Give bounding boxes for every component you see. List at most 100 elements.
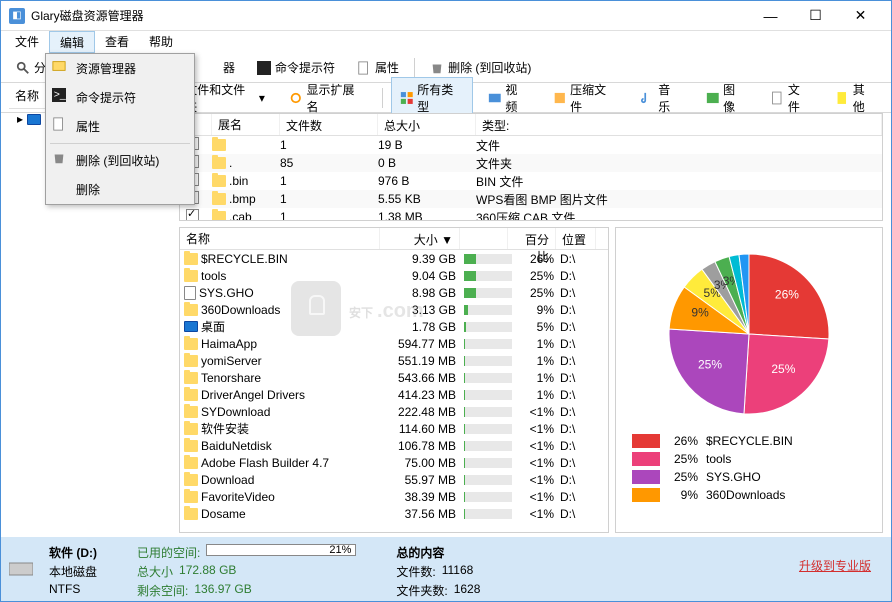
folder-icon [184,440,198,452]
dropdown-delete[interactable]: 删除 [46,175,194,204]
legend-row[interactable]: 25%SYS.GHO [624,468,874,486]
image-icon [706,91,720,105]
upgrade-link[interactable]: 升级到专业版 [799,557,871,574]
close-button[interactable]: ✕ [838,2,883,30]
folder-icon [184,338,198,350]
folder-row[interactable]: 软件安装 114.60 MB <1%D:\ [180,420,608,437]
menu-file[interactable]: 文件 [5,31,49,53]
folder-icon [184,457,198,469]
total-size: 172.88 GB [179,563,236,580]
ext-row[interactable]: .cab 11.38 MB360压缩 CAB 文件 [180,208,882,221]
dropdown-explorer[interactable]: 资源管理器 [46,54,194,83]
ext-row[interactable]: .bmp 15.55 KBWPS看图 BMP 图片文件 [180,190,882,208]
folder-icon [184,406,198,418]
folder-icon [184,389,198,401]
folder-count: 1628 [454,582,481,599]
legend-row[interactable]: 26%$RECYCLE.BIN [624,432,874,450]
window-title: Glary磁盘资源管理器 [31,7,748,24]
dropdown-separator [50,143,190,144]
free-space: 136.97 GB [194,582,251,599]
svg-text:26%: 26% [775,287,799,301]
folder-row[interactable]: 360Downloads 3.13 GB 9%D:\ [180,301,608,318]
folder-row[interactable]: BaiduNetdisk 106.78 MB <1%D:\ [180,437,608,454]
refresh-icon [289,91,303,105]
folder-icon [184,423,198,435]
dropdown-cmd[interactable]: >_命令提示符 [46,83,194,112]
folder-row[interactable]: yomiServer 551.19 MB 1%D:\ [180,352,608,369]
folder-row[interactable]: Tenorshare 543.66 MB 1%D:\ [180,369,608,386]
terminal-icon [257,61,271,75]
folder-row[interactable]: 桌面 1.78 GB 5%D:\ [180,318,608,335]
folder-icon [184,355,198,367]
pie-chart: 26%25%25%9%5%3%3% [649,244,849,424]
dropdown-props[interactable]: 属性 [46,112,194,141]
legend-swatch [632,434,660,448]
drive-icon [27,114,41,125]
col-type[interactable]: 类型: [476,114,882,135]
folder-row[interactable]: DriverAngel Drivers 414.23 MB 1%D:\ [180,386,608,403]
col-pct[interactable]: 百分比 [508,228,556,249]
col-size[interactable]: 总大小 [378,114,476,135]
menu-edit[interactable]: 编辑 [49,31,95,53]
drive-name: 软件 (D:) [49,544,97,561]
ext-icon [212,193,226,205]
folder-icon [184,474,198,486]
all-icon [400,91,414,105]
checkbox[interactable] [186,209,199,221]
legend-swatch [632,470,660,484]
search-icon [16,61,30,75]
folder-row[interactable]: $RECYCLE.BIN 9.39 GB 26%D:\ [180,250,608,267]
folder-icon [184,491,198,503]
folder-row[interactable]: Download 55.97 MB <1%D:\ [180,471,608,488]
folder-row[interactable]: FavoriteVideo 38.39 MB <1%D:\ [180,488,608,505]
maximize-button[interactable]: ☐ [793,2,838,30]
legend-row[interactable]: 25%tools [624,450,874,468]
app-icon: ◧ [9,8,25,24]
edit-dropdown: 资源管理器 >_命令提示符 属性 删除 (到回收站) 删除 [45,53,195,205]
desktop-icon [184,321,198,332]
menubar: 文件 编辑 查看 帮助 [1,31,891,53]
legend: 26%$RECYCLE.BIN25%tools25%SYS.GHO9%360Do… [624,432,874,504]
folder-icon [184,372,198,384]
folder-row[interactable]: HaimaApp 594.77 MB 1%D:\ [180,335,608,352]
ext-icon [212,211,226,221]
statusbar: 软件 (D:) 本地磁盘 NTFS 已用的空间:21% 总大小172.88 GB… [1,537,891,601]
folder-row[interactable]: SYDownload 222.48 MB <1%D:\ [180,403,608,420]
drive-type: 本地磁盘 [49,563,97,580]
svg-text:25%: 25% [771,362,795,376]
folder-icon [184,304,198,316]
legend-swatch [632,488,660,502]
file-count: 11168 [442,563,474,580]
folder-row[interactable]: tools 9.04 GB 25%D:\ [180,267,608,284]
folder-row[interactable]: Adobe Flash Builder 4.7 75.00 MB <1%D:\ [180,454,608,471]
ext-icon [212,175,226,187]
archive-icon [553,91,567,105]
video-icon [488,91,502,105]
folder-row[interactable]: SYS.GHO 8.98 GB 25%D:\ [180,284,608,301]
col-name[interactable]: 名称 [180,228,380,249]
minimize-button[interactable]: — [748,2,793,30]
menu-help[interactable]: 帮助 [139,31,183,53]
ext-icon [212,157,226,169]
file-icon [184,286,196,300]
menu-view[interactable]: 查看 [95,31,139,53]
trash-icon [430,61,444,75]
doc-icon [770,91,784,105]
col-loc[interactable]: 位置 [556,228,596,249]
other-icon [835,91,849,105]
legend-row[interactable]: 9%360Downloads [624,486,874,504]
col-ext[interactable]: 展名 [212,114,280,135]
dropdown-delete-recycle[interactable]: 删除 (到回收站) [46,146,194,175]
ext-row[interactable]: 119 B文件 [180,136,882,154]
col-count[interactable]: 文件数 [280,114,378,135]
titlebar: ◧ Glary磁盘资源管理器 — ☐ ✕ [1,1,891,31]
col-fsize[interactable]: 大小 ▼ [380,228,460,249]
folder-icon [184,253,198,265]
filesystem: NTFS [49,582,80,596]
svg-text:>_: >_ [54,89,66,101]
document-icon [357,61,371,75]
ext-row[interactable]: . 850 B文件夹 [180,154,882,172]
ext-row[interactable]: .bin 1976 BBIN 文件 [180,172,882,190]
folder-row[interactable]: Dosame 37.56 MB <1%D:\ [180,505,608,522]
folder-icon [184,508,198,520]
